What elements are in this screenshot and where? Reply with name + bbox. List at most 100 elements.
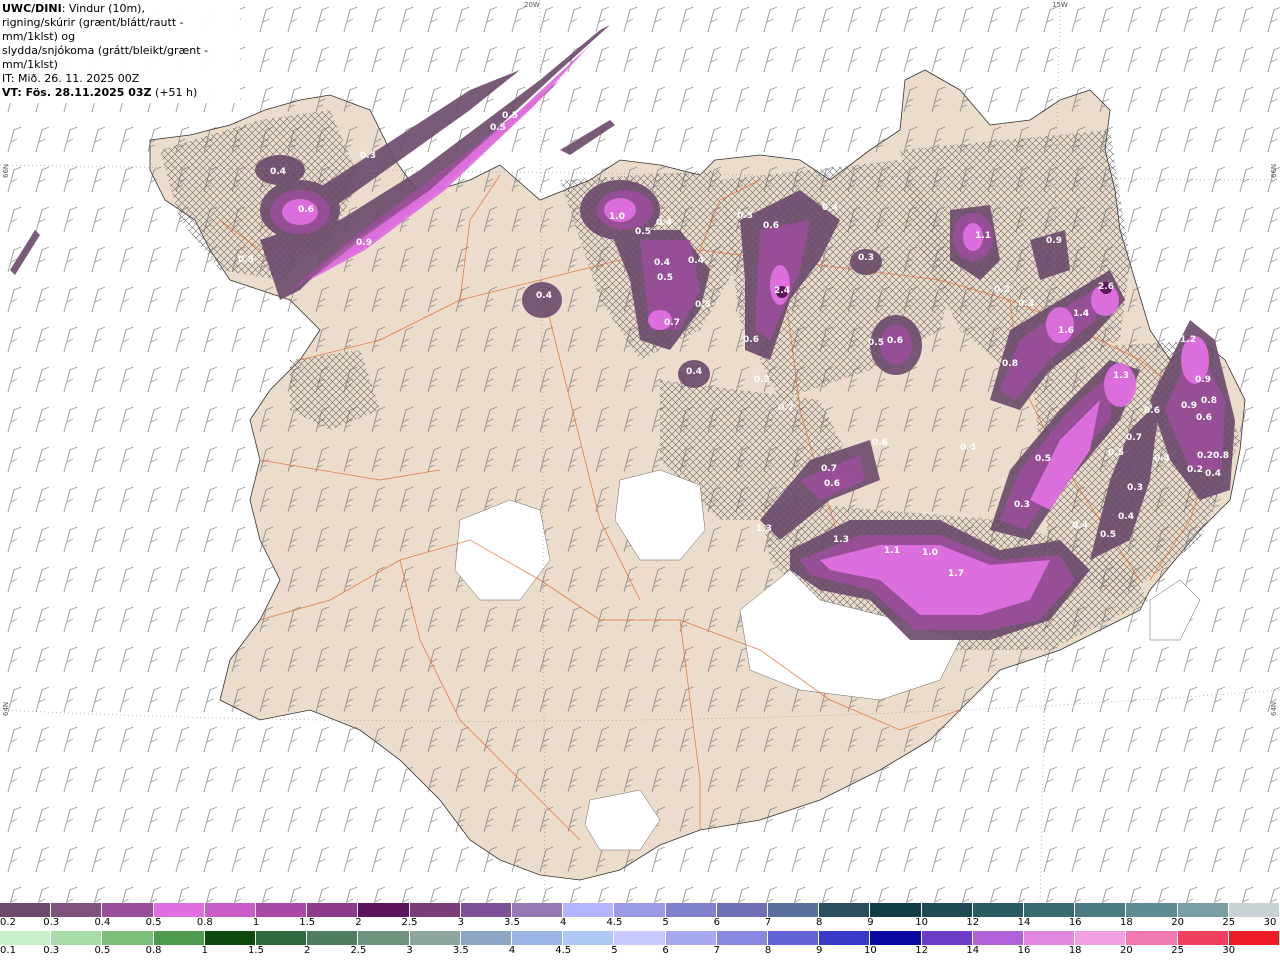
legend-swatch	[665, 931, 717, 945]
precip-value-label: 0.6	[298, 205, 314, 215]
precip-value-label: 0.4	[270, 167, 286, 177]
init-time: IT: Mið. 26. 11. 2025 00Z	[2, 72, 140, 85]
grid-label-20w: 20W	[524, 1, 540, 9]
legend-swatch	[819, 903, 871, 917]
lead-time: (+51 h)	[151, 86, 198, 99]
legend-swatch	[256, 903, 308, 917]
legend-label: 18	[1068, 945, 1082, 956]
legend-label: 8	[816, 917, 823, 928]
legend-swatch	[512, 931, 564, 945]
legend-label: 3.5	[452, 945, 469, 956]
precip-value-label: 0.3	[1127, 483, 1143, 493]
precip-value-label: 0.6	[1144, 406, 1160, 416]
precip-value-label: 0.6	[1196, 413, 1212, 423]
legend-swatch	[768, 903, 820, 917]
legend-swatch	[204, 931, 256, 945]
legend-swatch	[307, 903, 359, 917]
legend-label: 20	[1171, 917, 1184, 928]
precip-value-label: 0.4	[1205, 469, 1221, 479]
precip-value-label: 0.4	[688, 256, 704, 266]
legend-swatch	[1024, 903, 1076, 917]
legend-label: 4.5	[555, 945, 572, 956]
legend-swatch	[1075, 931, 1127, 945]
legend-swatch	[1075, 903, 1127, 917]
model-name: UWC/DINI	[2, 2, 62, 15]
legend-label: 12	[966, 917, 980, 928]
legend-label: 0.5	[145, 917, 162, 928]
legend-swatch	[1126, 903, 1178, 917]
legend-label: 12	[915, 945, 928, 956]
precip-value-label: 0.5	[238, 255, 254, 265]
precip-value-label: 0.4	[822, 203, 838, 213]
legend-swatch	[665, 903, 717, 917]
legend-snow: 0.2 0.3 0.4 0.5 0.8 1 1.5 2 2.5 3 3.5 4 4.5 5 6 7 8 9 10 12…	[0, 903, 1280, 928]
precip-value-label: 0.3	[737, 211, 753, 221]
precip-value-label: 0.3	[1018, 299, 1034, 309]
legend-label: 14	[1017, 917, 1031, 928]
legend-swatch	[1228, 931, 1280, 945]
precip-value-label: 0.5	[868, 338, 884, 348]
precip-value-label: 2.4	[774, 286, 790, 296]
legend-label: 18	[1120, 917, 1133, 928]
precip-value-label: 0.6	[824, 479, 840, 489]
precip-value-label: 0.2	[778, 403, 794, 413]
legend-swatch	[716, 903, 768, 917]
legend-swatch	[0, 903, 52, 917]
legend-swatch	[819, 931, 871, 945]
precip-value-label: 1.3	[756, 524, 772, 534]
legend-swatch	[563, 903, 615, 917]
legend-label: 1.5	[248, 945, 264, 956]
precip-value-label: 0.8	[1002, 359, 1018, 369]
legend-swatch	[460, 931, 512, 945]
legend-swatch	[614, 931, 666, 945]
legend-label: 4	[560, 917, 567, 928]
precip-value-label: 0.3	[360, 151, 376, 161]
legend-swatch	[358, 903, 410, 917]
precip-value-label: 0.4	[654, 258, 670, 268]
legend-label: 2	[355, 917, 362, 928]
precip-value-label: 0.5	[635, 227, 651, 237]
legend-swatch	[409, 903, 461, 917]
valid-time: VT: Fös. 28.11.2025 03Z	[2, 86, 152, 99]
legend-swatch	[614, 903, 666, 917]
legend-label: 20	[1120, 945, 1133, 956]
legend-label: 5	[662, 917, 669, 928]
precip-value-label: 0.2	[754, 375, 770, 385]
legend-label: 6	[713, 917, 720, 928]
legend-swatch	[307, 931, 359, 945]
precip-value-label: 0.8	[1201, 396, 1217, 406]
legend-swatch	[409, 931, 461, 945]
map-info-box: UWC/DINI: Vindur (10m), rigning/skúrir (…	[0, 0, 240, 103]
grid-label-64n-right: 64N	[1270, 701, 1278, 716]
precip-value-label: 0.8	[1213, 451, 1229, 461]
legend-swatch	[0, 931, 52, 945]
legend-swatch	[716, 931, 768, 945]
legend-label: 10	[915, 917, 928, 928]
legend-swatch	[102, 931, 154, 945]
precip-value-label: 0.6	[887, 336, 903, 346]
precip-value-label: 0.4	[960, 443, 976, 453]
precip-value-label: 1.6	[1058, 326, 1074, 336]
precip-value-label: 0.3	[568, 123, 584, 133]
precip-value-label: 0.9	[1046, 236, 1062, 246]
legend-swatch	[512, 903, 564, 917]
precip-value-label: 0.4	[536, 291, 552, 301]
legend-label: 10	[864, 945, 877, 956]
precip-value-label: 0.3	[583, 113, 599, 123]
legend-swatch	[870, 931, 922, 945]
legend-label: 30	[1263, 917, 1277, 928]
precip-value-label: 1.0	[922, 548, 938, 558]
precip-value-label: 0.2	[1187, 465, 1203, 475]
legend-swatch	[204, 903, 256, 917]
legend-label: 0.5	[94, 945, 111, 956]
legend-label: 9	[816, 945, 823, 956]
legend-label: 16	[1017, 945, 1031, 956]
legend-swatch	[1177, 931, 1229, 945]
precip-value-label: 0.2	[994, 285, 1010, 295]
precip-value-label: 1.4	[1073, 309, 1089, 319]
grid-label-64n-left: 64N	[2, 701, 10, 716]
legend-label: 9	[867, 917, 874, 928]
legend-rain: 0.1 0.3 0.5 0.8 1 1.5 2 2.5 3 3.5 4 4.5 5 6 7 8 9 10 12 14 1…	[0, 931, 1280, 956]
legend-label: 3	[406, 945, 413, 956]
grid-label-15w: 15W	[1052, 1, 1068, 9]
